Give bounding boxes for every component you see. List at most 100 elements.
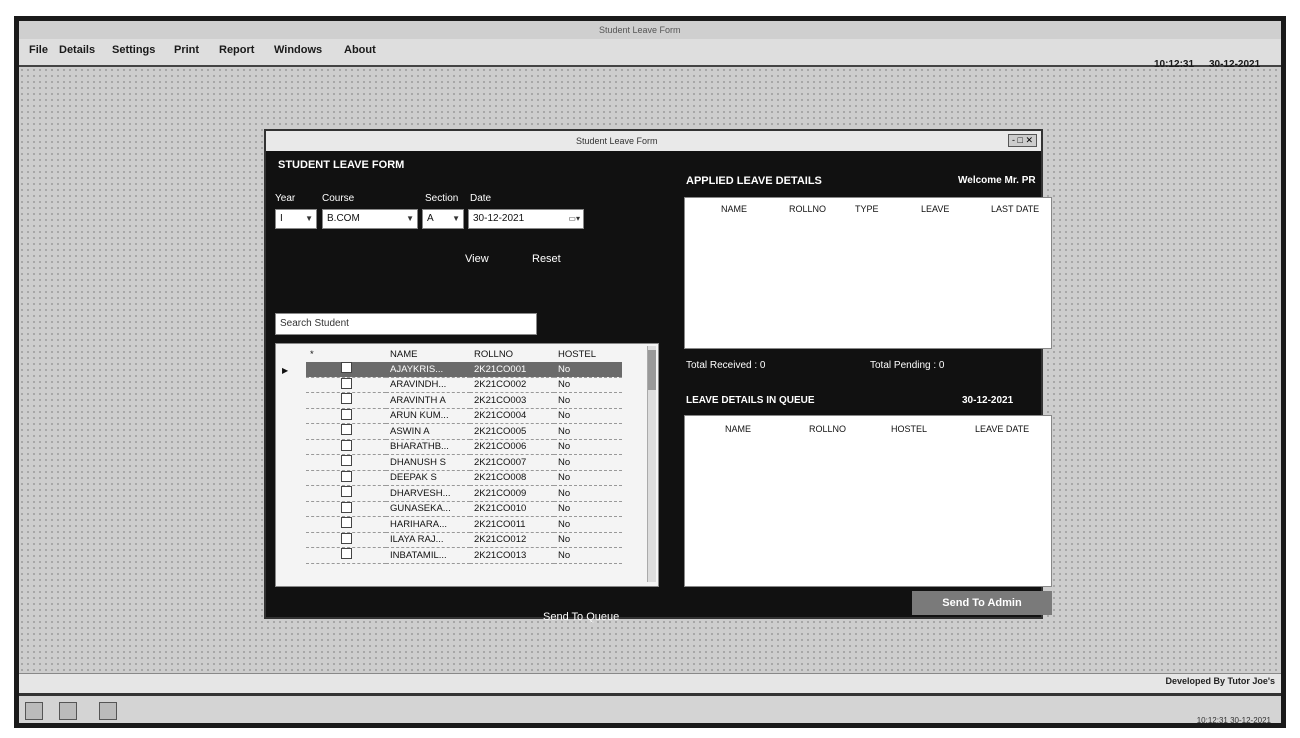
course-select[interactable]: B.COM ▼: [322, 209, 418, 229]
cell-name: ARAVINDH...: [386, 377, 470, 393]
applied-col-leave[interactable]: LEAVE: [921, 204, 949, 214]
clock-date: 30-12-2021: [1209, 59, 1261, 70]
queue-col-rollno[interactable]: ROLLNO: [809, 424, 846, 434]
cell-rollno: 2K21CO012: [470, 532, 554, 548]
cell-rollno: 2K21CO002: [470, 377, 554, 393]
row-checkbox-cell: [306, 392, 386, 409]
select-checkbox[interactable]: [340, 501, 352, 513]
menu-print[interactable]: Print: [174, 44, 199, 56]
send-to-queue-button[interactable]: Send To Queue: [543, 611, 619, 623]
menu-bar: File Details Settings Print Report Windo…: [19, 39, 1281, 67]
applied-col-name[interactable]: NAME: [721, 204, 747, 214]
student-grid: ▶ * NAME ROLLNO HOSTEL AJAYKRIS... 2K21CO…: [275, 343, 659, 587]
cell-name: DHANUSH S: [386, 454, 470, 471]
chevron-down-icon: ▼: [406, 214, 414, 223]
select-checkbox[interactable]: [340, 532, 352, 544]
grid-scrollbar[interactable]: [647, 346, 656, 582]
row-checkbox-cell: [306, 485, 386, 502]
year-select[interactable]: I ▼: [275, 209, 317, 229]
student-row[interactable]: INBATAMIL... 2K21CO013 No: [306, 547, 622, 564]
select-checkbox[interactable]: [340, 362, 352, 374]
cell-name: DEEPAK S: [386, 470, 470, 486]
system-tray: 10:12:31 30-12-2021: [1197, 716, 1271, 723]
queue-date: 30-12-2021: [962, 395, 1014, 406]
applied-col-type[interactable]: TYPE: [855, 204, 879, 214]
select-checkbox[interactable]: [340, 470, 352, 482]
student-row[interactable]: ILAYA RAJ... 2K21CO012 No: [306, 532, 622, 548]
section-select[interactable]: A ▼: [422, 209, 464, 229]
window-controls[interactable]: - □ ✕: [1008, 134, 1037, 147]
cell-rollno: 2K21CO008: [470, 470, 554, 486]
select-checkbox[interactable]: [340, 548, 352, 560]
menu-settings[interactable]: Settings: [112, 44, 155, 56]
applied-col-rollno[interactable]: ROLLNO: [789, 204, 826, 214]
queue-col-hostel[interactable]: HOSTEL: [891, 424, 927, 434]
student-table: * NAME ROLLNO HOSTEL AJAYKRIS... 2K21CO00…: [306, 346, 622, 564]
student-row[interactable]: ARAVINDH... 2K21CO002 No: [306, 377, 622, 393]
menu-details[interactable]: Details: [59, 44, 95, 56]
select-all-header[interactable]: *: [306, 346, 386, 362]
date-picker[interactable]: 30-12-2021 ▭▾: [468, 209, 584, 229]
student-row[interactable]: DEEPAK S 2K21CO008 No: [306, 470, 622, 486]
reset-button[interactable]: Reset: [532, 253, 561, 265]
course-value: B.COM: [327, 213, 360, 224]
student-row[interactable]: HARIHARA... 2K21CO011 No: [306, 516, 622, 533]
hostel-column-header[interactable]: HOSTEL: [554, 346, 622, 362]
menu-windows[interactable]: Windows: [274, 44, 322, 56]
row-checkbox-cell: [306, 501, 386, 517]
queue-col-name[interactable]: NAME: [725, 424, 751, 434]
current-row-indicator: ▶: [282, 366, 289, 375]
select-checkbox[interactable]: [340, 424, 352, 436]
scroll-thumb[interactable]: [648, 350, 656, 390]
student-row[interactable]: DHANUSH S 2K21CO007 No: [306, 454, 622, 471]
taskbar-app-icon[interactable]: [59, 702, 77, 720]
select-checkbox[interactable]: [340, 486, 352, 498]
student-row[interactable]: ARUN KUM... 2K21CO004 No: [306, 408, 622, 424]
queue-col-leave-date[interactable]: LEAVE DATE: [975, 424, 1029, 434]
cell-rollno: 2K21CO010: [470, 501, 554, 517]
select-checkbox[interactable]: [340, 517, 352, 529]
date-value: 30-12-2021: [473, 213, 525, 224]
select-checkbox[interactable]: [340, 439, 352, 451]
search-student-input[interactable]: Search Student: [275, 313, 537, 335]
cell-name: ASWIN A: [386, 423, 470, 440]
student-row[interactable]: AJAYKRIS... 2K21CO001 No: [306, 362, 622, 378]
cell-rollno: 2K21CO003: [470, 392, 554, 409]
row-checkbox-cell: [306, 532, 386, 548]
cell-hostel: No: [554, 408, 622, 424]
taskbar: 10:12:31 30-12-2021: [19, 693, 1281, 723]
cell-hostel: No: [554, 532, 622, 548]
send-to-admin-button[interactable]: Send To Admin: [912, 591, 1052, 615]
select-checkbox[interactable]: [340, 455, 352, 467]
select-checkbox[interactable]: [340, 393, 352, 405]
cell-hostel: No: [554, 362, 622, 378]
developed-by-label: Developed By Tutor Joe's: [1165, 676, 1276, 686]
student-row[interactable]: ASWIN A 2K21CO005 No: [306, 423, 622, 440]
student-selection-panel: STUDENT LEAVE FORM Year Course Section D…: [270, 153, 659, 623]
student-row[interactable]: GUNASEKA... 2K21CO010 No: [306, 501, 622, 517]
cell-rollno: 2K21CO004: [470, 408, 554, 424]
cell-name: HARIHARA...: [386, 516, 470, 533]
menu-file[interactable]: File: [29, 44, 48, 56]
applied-col-last-date[interactable]: LAST DATE: [991, 204, 1039, 214]
cell-name: ILAYA RAJ...: [386, 532, 470, 548]
student-row[interactable]: BHARATHB... 2K21CO006 No: [306, 439, 622, 455]
row-checkbox-cell: [306, 454, 386, 471]
student-row[interactable]: DHARVESH... 2K21CO009 No: [306, 485, 622, 502]
student-row[interactable]: ARAVINTH A 2K21CO003 No: [306, 392, 622, 409]
cell-hostel: No: [554, 485, 622, 502]
rollno-column-header[interactable]: ROLLNO: [470, 346, 554, 362]
clock-time: 10:12:31: [1154, 59, 1195, 70]
taskbar-app-icon[interactable]: [99, 702, 117, 720]
name-column-header[interactable]: NAME: [386, 346, 470, 362]
cell-rollno: 2K21CO006: [470, 439, 554, 455]
view-button[interactable]: View: [465, 253, 489, 265]
cell-rollno: 2K21CO011: [470, 516, 554, 533]
row-checkbox-cell: [306, 362, 386, 378]
menu-about[interactable]: About: [344, 44, 376, 56]
select-checkbox[interactable]: [340, 377, 352, 389]
row-checkbox-cell: [306, 408, 386, 424]
menu-report[interactable]: Report: [219, 44, 254, 56]
select-checkbox[interactable]: [340, 408, 352, 420]
start-icon[interactable]: [25, 702, 43, 720]
